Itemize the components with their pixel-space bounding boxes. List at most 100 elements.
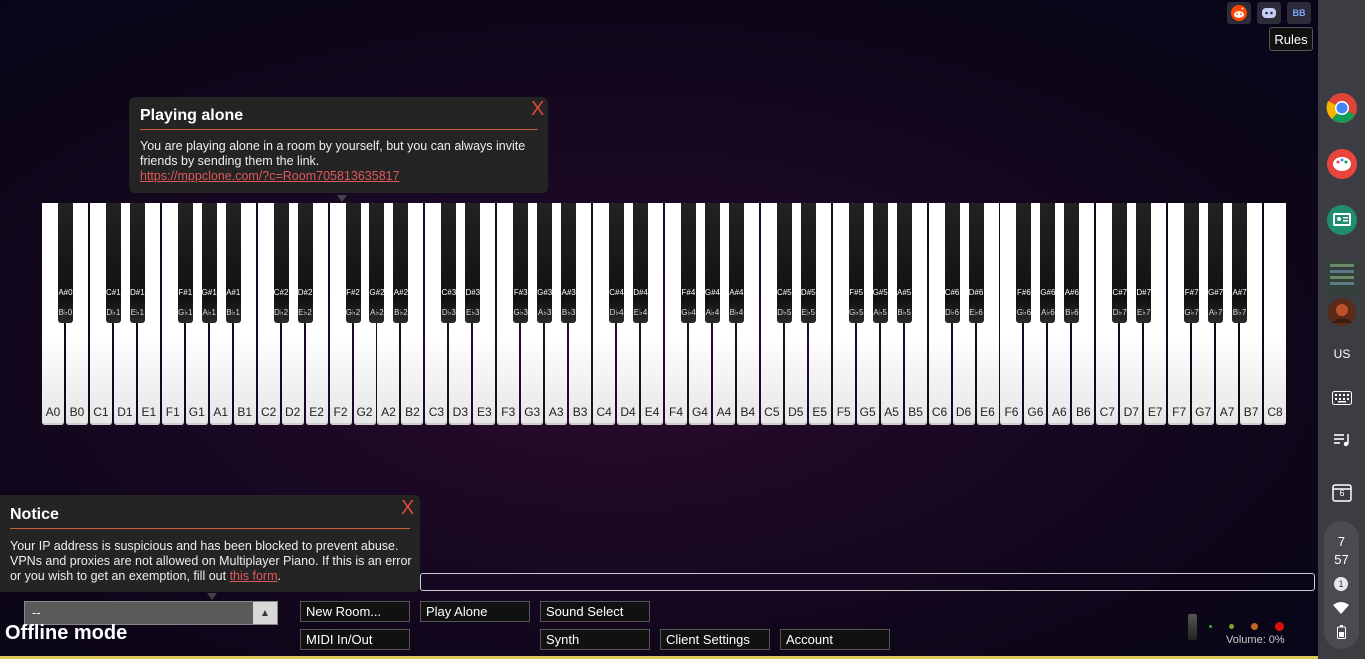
piano-black-key[interactable]: A#0 B♭0 — [57, 203, 73, 323]
exemption-form-link[interactable]: this form — [230, 569, 278, 583]
play-alone-button[interactable]: Play Alone — [420, 601, 530, 622]
black-key-sharp-label: F#2 — [346, 288, 360, 297]
piano-black-key[interactable]: G#3 A♭3 — [537, 203, 552, 323]
black-key-flat-label: G♭4 — [681, 308, 696, 317]
piano-black-key[interactable]: A#5 B♭5 — [896, 203, 912, 323]
piano-black-key[interactable]: F#7 G♭7 — [1184, 203, 1200, 323]
piano-key-label: B5 — [908, 405, 923, 419]
piano-black-key[interactable]: A#7 B♭7 — [1232, 203, 1248, 323]
piano-key-label: D7 — [1123, 405, 1139, 419]
piano-black-key[interactable]: F#3 G♭3 — [513, 203, 529, 323]
piano-black-key[interactable]: D#3 E♭3 — [465, 203, 481, 323]
rules-button[interactable]: Rules — [1269, 27, 1313, 51]
black-key-sharp-label: D#4 — [633, 288, 648, 297]
close-notice-button[interactable]: X — [401, 497, 414, 520]
piano-black-key[interactable]: F#1 G♭1 — [177, 203, 193, 323]
piano-black-key[interactable]: F#5 G♭5 — [848, 203, 864, 323]
piano-black-key[interactable]: A#1 B♭1 — [225, 203, 241, 323]
piano-black-key[interactable]: G#6 A♭6 — [1040, 203, 1055, 323]
piano-black-key[interactable]: G#1 A♭1 — [202, 203, 217, 323]
discord-icon[interactable] — [1257, 2, 1281, 24]
volume-knob[interactable] — [1188, 614, 1197, 640]
black-key-flat-label: B♭4 — [729, 308, 744, 317]
chat-input[interactable] — [420, 573, 1315, 591]
midi-in-out-button[interactable]: MIDI In/Out — [300, 629, 410, 650]
piano-black-key[interactable]: C#3 D♭3 — [441, 203, 457, 323]
status-tray[interactable]: 7 57 1 — [1324, 521, 1359, 649]
piano-black-key[interactable]: G#4 A♭4 — [705, 203, 720, 323]
piano-black-key[interactable]: C#2 D♭2 — [273, 203, 289, 323]
playlist-icon[interactable] — [1326, 424, 1358, 456]
black-key-sharp-label: F#4 — [681, 288, 696, 297]
piano-black-key[interactable]: A#6 B♭6 — [1064, 203, 1080, 323]
piano-black-key[interactable]: D#2 E♭2 — [297, 203, 313, 323]
piano-black-key[interactable]: F#2 G♭2 — [345, 203, 361, 323]
piano-black-key[interactable]: F#6 G♭6 — [1016, 203, 1032, 323]
calendar-icon[interactable]: 6 — [1326, 476, 1358, 508]
popup-text: You are playing alone in a room by yours… — [140, 139, 526, 168]
synth-button[interactable]: Synth — [540, 629, 650, 650]
status-dot-orange — [1251, 623, 1258, 630]
piano-key-label: A2 — [381, 405, 396, 419]
black-key-flat-label: A♭4 — [705, 308, 720, 317]
piano-black-key[interactable]: G#2 A♭2 — [369, 203, 385, 323]
piano-black-key[interactable]: D#7 E♭7 — [1136, 203, 1152, 323]
piano-black-key[interactable]: C#1 D♭1 — [105, 203, 121, 323]
piano-black-key[interactable]: A#4 B♭4 — [728, 203, 744, 323]
piano-key-label: C5 — [764, 405, 780, 419]
piano-key-label: D1 — [117, 405, 133, 419]
new-room-button[interactable]: New Room... — [300, 601, 410, 622]
piano-black-key[interactable]: D#5 E♭5 — [800, 203, 816, 323]
avatar-icon[interactable] — [1326, 296, 1358, 328]
client-settings-button[interactable]: Client Settings — [660, 629, 770, 650]
black-key-flat-label: D♭7 — [1112, 308, 1127, 317]
black-key-flat-label: B♭6 — [1065, 308, 1079, 317]
piano-key-label: C8 — [1267, 405, 1283, 419]
black-key-flat-label: G♭1 — [178, 308, 193, 317]
black-key-sharp-label: F#7 — [1184, 288, 1199, 297]
piano-black-key[interactable]: G#5 A♭5 — [873, 203, 888, 323]
room-select-value: -- — [32, 605, 41, 620]
black-key-sharp-label: A#6 — [1064, 288, 1079, 297]
piano-black-key[interactable]: C#4 D♭4 — [609, 203, 625, 323]
keyboard-icon[interactable] — [1326, 382, 1358, 414]
notification-badge: 1 — [1334, 577, 1348, 591]
chrome-icon[interactable] — [1326, 92, 1358, 124]
black-key-sharp-label: F#6 — [1017, 288, 1031, 297]
piano-black-key[interactable]: A#3 B♭3 — [561, 203, 577, 323]
piano-black-key[interactable]: C#7 D♭7 — [1112, 203, 1128, 323]
sound-select-button[interactable]: Sound Select — [540, 601, 650, 622]
piano-black-key[interactable]: D#4 E♭4 — [633, 203, 649, 323]
piano-key-label: F1 — [165, 405, 180, 419]
os-shelf: US 6 7 57 1 — [1318, 0, 1365, 659]
piano-black-key[interactable]: C#5 D♭5 — [776, 203, 792, 323]
paint-palette-icon[interactable] — [1326, 148, 1358, 180]
piano-black-key[interactable]: G#7 A♭7 — [1208, 203, 1223, 323]
black-key-sharp-label: A#1 — [226, 288, 241, 297]
piano-key-c8[interactable]: C8 — [1264, 203, 1287, 425]
close-popup-button[interactable]: X — [531, 98, 544, 121]
chevron-up-icon[interactable]: ▲ — [253, 602, 277, 624]
piano-black-key[interactable]: D#1 E♭1 — [129, 203, 145, 323]
black-key-sharp-label: C#7 — [1112, 288, 1128, 297]
notice-pointer — [207, 593, 217, 600]
notification-count: 1 — [1338, 579, 1344, 589]
piano-key-label: B1 — [237, 405, 253, 419]
piano-black-key[interactable]: F#4 G♭4 — [680, 203, 696, 323]
bb-icon[interactable]: BB — [1287, 2, 1311, 24]
room-link[interactable]: https://mppclone.com/?c=Room705813635817 — [140, 169, 400, 183]
reddit-icon[interactable] — [1227, 2, 1251, 24]
piano-black-key[interactable]: A#2 B♭2 — [393, 203, 409, 323]
piano-black-key[interactable]: C#6 D♭6 — [944, 203, 960, 323]
account-button[interactable]: Account — [780, 629, 890, 650]
black-key-flat-label: A♭6 — [1041, 308, 1055, 317]
black-key-flat-label: B♭0 — [58, 308, 73, 317]
ime-indicator[interactable]: US — [1326, 338, 1358, 370]
battery-icon — [1337, 625, 1346, 644]
classroom-icon[interactable] — [1326, 204, 1358, 236]
black-key-sharp-label: C#5 — [776, 288, 792, 297]
piano-black-key[interactable]: D#6 E♭6 — [968, 203, 984, 323]
notice-title: Notice — [10, 506, 59, 523]
black-key-flat-label: E♭1 — [130, 308, 145, 317]
files-thumbnail-icon[interactable] — [1326, 260, 1358, 296]
